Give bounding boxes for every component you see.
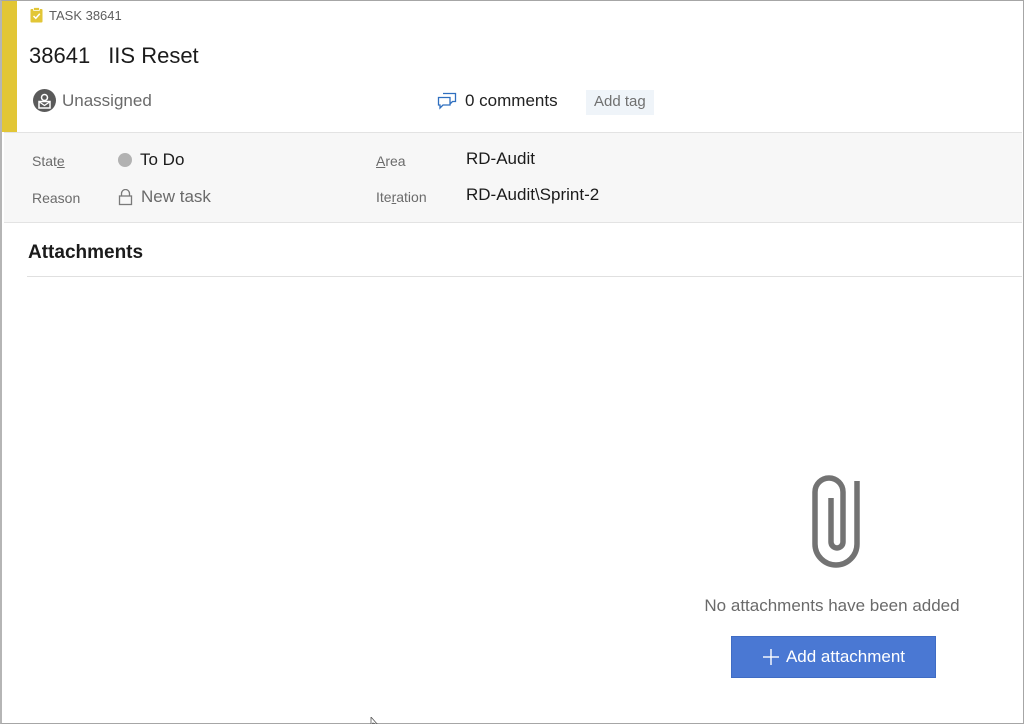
area-field[interactable]: RD-Audit xyxy=(466,149,535,169)
reason-value: New task xyxy=(141,187,211,206)
state-dot-icon xyxy=(118,153,132,167)
attachments-heading: Attachments xyxy=(28,242,144,263)
task-clipboard-icon xyxy=(30,7,43,23)
iteration-label-rest: ation xyxy=(396,189,427,205)
iteration-value: RD-Audit\Sprint-2 xyxy=(466,185,600,204)
iteration-label: Iteration xyxy=(376,189,427,205)
comments-count: 0 comments xyxy=(465,91,558,110)
paperclip-icon xyxy=(812,475,860,568)
work-item-id: 38641 xyxy=(29,43,91,68)
area-value: RD-Audit xyxy=(466,149,535,168)
iteration-field[interactable]: RD-Audit\Sprint-2 xyxy=(466,185,599,205)
reason-dropdown[interactable]: New task xyxy=(118,187,211,207)
state-value: To Do xyxy=(140,150,185,169)
fields-panel: State To Do Reason New task Area RD-Audi… xyxy=(4,132,1022,223)
work-item-title[interactable]: 38641 IIS Reset xyxy=(29,43,199,69)
work-item-title-text[interactable]: IIS Reset xyxy=(108,43,198,69)
area-label-text: rea xyxy=(385,153,406,169)
state-label-text: Stat xyxy=(32,153,57,169)
attachments-empty-state: No attachments have been added Add attac… xyxy=(682,461,992,678)
add-tag-button[interactable]: Add tag xyxy=(586,90,654,115)
work-item-type-color-bar xyxy=(2,1,17,132)
add-attachment-label: Add attachment xyxy=(785,647,906,666)
avatar-icon xyxy=(33,89,56,112)
comments-icon xyxy=(437,92,457,110)
empty-attachments-text: No attachments have been added xyxy=(704,596,960,615)
iteration-label-prefix: Ite xyxy=(376,189,392,205)
mouse-cursor-icon xyxy=(370,717,378,724)
plus-icon xyxy=(762,649,779,665)
work-item-header: TASK 38641 38641 IIS Reset Unassigned 0 … xyxy=(17,1,1023,132)
lock-icon xyxy=(118,188,133,205)
state-dropdown[interactable]: To Do xyxy=(118,150,184,170)
area-label: Area xyxy=(376,153,406,169)
work-item-type: TASK 38641 xyxy=(30,7,122,23)
state-label-accel: e xyxy=(56,153,65,169)
comments-link[interactable]: 0 comments xyxy=(437,91,558,111)
work-item-type-label: TASK 38641 xyxy=(49,7,122,23)
add-attachment-button[interactable]: Add attachment xyxy=(731,636,936,678)
work-item-form: TASK 38641 38641 IIS Reset Unassigned 0 … xyxy=(0,0,1024,724)
attachments-divider xyxy=(27,276,1022,277)
reason-label: Reason xyxy=(32,190,81,206)
assigned-to-field[interactable]: Unassigned xyxy=(33,89,152,112)
assigned-to-value: Unassigned xyxy=(62,90,152,110)
state-label: State xyxy=(32,153,65,169)
area-label-accel: A xyxy=(376,153,386,169)
